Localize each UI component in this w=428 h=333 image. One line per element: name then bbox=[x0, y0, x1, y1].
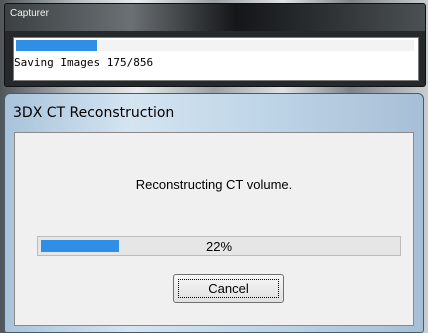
capturer-status-text: Saving Images 175/856 bbox=[14, 56, 154, 69]
reconstruction-progress-percent: 22% bbox=[205, 239, 233, 254]
reconstruction-dialog: 3DX CT Reconstruction Reconstructing CT … bbox=[4, 93, 424, 333]
capturer-client-area: Saving Images 175/856 bbox=[13, 37, 419, 81]
reconstruction-dialog-body: Reconstructing CT volume. 22% Cancel bbox=[14, 132, 414, 326]
capturer-window: Capturer Saving Images 175/856 bbox=[4, 3, 426, 87]
reconstruction-message: Reconstructing CT volume. bbox=[135, 177, 293, 192]
cancel-button[interactable]: Cancel bbox=[173, 274, 284, 303]
capturer-progress-bar bbox=[16, 40, 414, 51]
reconstruction-progress-bar: 22% bbox=[37, 236, 401, 256]
cancel-button-label: Cancel bbox=[208, 281, 249, 296]
capturer-progress-fill bbox=[16, 40, 98, 51]
reconstruction-dialog-title[interactable]: 3DX CT Reconstruction bbox=[13, 105, 174, 121]
capturer-title: Capturer bbox=[10, 8, 49, 19]
capturer-title-bar[interactable]: Capturer bbox=[5, 4, 425, 31]
